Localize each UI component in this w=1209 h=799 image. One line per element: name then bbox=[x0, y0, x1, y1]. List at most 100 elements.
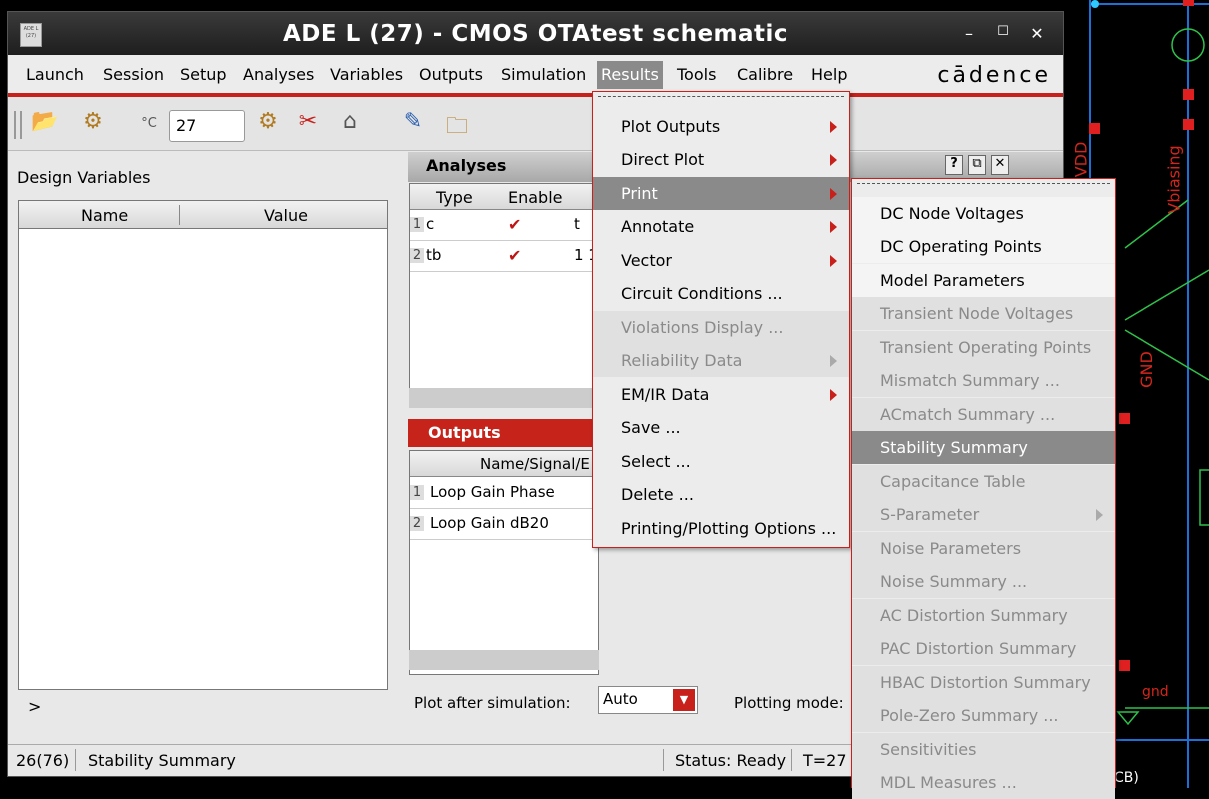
menu-simulation[interactable]: Simulation bbox=[501, 65, 586, 84]
table-row[interactable]: 2 tb ✔ 1 1 bbox=[410, 242, 598, 272]
menu-item-mdl-measures: MDL Measures ... bbox=[852, 766, 1115, 799]
menu-item-delete[interactable]: Delete ... bbox=[593, 478, 849, 511]
menu-item-annotate[interactable]: Annotate bbox=[593, 210, 849, 243]
menu-item-plot-outputs[interactable]: Plot Outputs bbox=[593, 110, 849, 143]
menu-tools[interactable]: Tools bbox=[677, 65, 716, 84]
menu-launch[interactable]: Launch bbox=[26, 65, 84, 84]
design-variables-table[interactable]: Name Value bbox=[18, 200, 388, 690]
output-name: Loop Gain dB20 bbox=[430, 514, 549, 532]
menu-item-model-parameters[interactable]: Model Parameters bbox=[852, 264, 1115, 297]
menu-bar: Launch Session Setup Analyses Variables … bbox=[8, 55, 1063, 93]
menu-item-transient-node-voltages: Transient Node Voltages bbox=[852, 297, 1115, 330]
status-message: Stability Summary bbox=[88, 751, 236, 770]
open-folder-icon[interactable]: 🗀 bbox=[442, 109, 472, 139]
table-row[interactable]: 1 c ✔ t bbox=[410, 211, 598, 241]
analyses-scrollbar[interactable] bbox=[409, 388, 599, 408]
tearoff-line[interactable] bbox=[598, 96, 844, 97]
plot-after-value: Auto bbox=[603, 690, 638, 708]
col-type[interactable]: Type bbox=[436, 188, 473, 207]
row-number: 2 bbox=[410, 516, 424, 531]
menu-item-print[interactable]: Print bbox=[593, 177, 849, 210]
temperature-icon[interactable]: °C bbox=[134, 109, 164, 139]
menu-item-pole-zero-summary: Pole-Zero Summary ... bbox=[852, 699, 1115, 732]
expand-arrow[interactable]: > bbox=[28, 697, 41, 716]
results-menu: Plot Outputs Direct Plot Print Annotate … bbox=[592, 91, 850, 548]
window-title: ADE L (27) - CMOS OTAtest schematic bbox=[282, 21, 789, 47]
plot-after-label: Plot after simulation: bbox=[414, 694, 571, 712]
cadence-logo: cādence bbox=[937, 63, 1051, 88]
load-state-icon[interactable]: 📂 bbox=[30, 109, 60, 139]
panel-close-icon[interactable]: ✕ bbox=[991, 155, 1009, 175]
label-gnd-lower: gnd bbox=[1142, 684, 1169, 700]
submenu-arrow-icon bbox=[830, 121, 837, 133]
enable-checkbox[interactable]: ✔ bbox=[508, 217, 524, 233]
menu-item-sensitivities: Sensitivities bbox=[852, 733, 1115, 766]
col-divider bbox=[179, 205, 180, 225]
outputs-scrollbar[interactable] bbox=[409, 650, 599, 670]
output-name: Loop Gain Phase bbox=[430, 483, 555, 501]
probe-icon[interactable]: ✂ bbox=[293, 109, 323, 139]
close-button[interactable]: ✕ bbox=[1026, 24, 1048, 44]
menu-item-s-parameter: S-Parameter bbox=[852, 498, 1115, 531]
menu-item-direct-plot[interactable]: Direct Plot bbox=[593, 143, 849, 176]
table-row[interactable]: 2 Loop Gain dB20 bbox=[410, 510, 598, 540]
menu-item-violations-display: Violations Display ... bbox=[593, 311, 849, 344]
enable-checkbox[interactable]: ✔ bbox=[508, 248, 524, 264]
status-divider bbox=[663, 749, 664, 771]
menu-item-vector[interactable]: Vector bbox=[593, 244, 849, 277]
submenu-arrow-icon bbox=[830, 255, 837, 267]
analysis-type: c bbox=[426, 215, 435, 233]
col-name[interactable]: Name bbox=[81, 206, 128, 225]
menu-outputs[interactable]: Outputs bbox=[419, 65, 483, 84]
menu-item-ac-distortion-summary: AC Distortion Summary bbox=[852, 599, 1115, 632]
outputs-footer: Plot after simulation: Auto ▼ Plotting m… bbox=[408, 674, 868, 720]
analyses-table[interactable]: Type Enable 1 c ✔ t 2 tb ✔ 1 1 bbox=[409, 183, 599, 408]
menu-item-dc-operating-points[interactable]: DC Operating Points bbox=[852, 230, 1115, 263]
menu-item-acmatch-summary: ACmatch Summary ... bbox=[852, 398, 1115, 431]
title-bar[interactable]: ADE L (27) ADE L (27) - CMOS OTAtest sch… bbox=[8, 12, 1063, 55]
setup-icon[interactable]: ⚙ bbox=[78, 109, 108, 139]
menu-setup[interactable]: Setup bbox=[180, 65, 227, 84]
table-row[interactable]: 1 Loop Gain Phase bbox=[410, 479, 598, 509]
menu-item-emir-data[interactable]: EM/IR Data bbox=[593, 378, 849, 411]
dropdown-arrow-icon[interactable]: ▼ bbox=[673, 689, 695, 711]
outputs-table[interactable]: Name/Signal/E 1 Loop Gain Phase 2 Loop G… bbox=[409, 450, 599, 675]
status-divider bbox=[791, 749, 792, 771]
plot-after-select[interactable]: Auto ▼ bbox=[598, 686, 698, 714]
menu-session[interactable]: Session bbox=[103, 65, 164, 84]
menu-help[interactable]: Help bbox=[811, 65, 847, 84]
submenu-arrow-icon bbox=[830, 221, 837, 233]
menu-item-noise-parameters: Noise Parameters bbox=[852, 532, 1115, 565]
menu-item-transient-operating-points: Transient Operating Points bbox=[852, 331, 1115, 364]
print-submenu: DC Node Voltages DC Operating Points Mod… bbox=[851, 178, 1116, 799]
menu-results[interactable]: Results bbox=[597, 61, 663, 89]
status-divider bbox=[75, 749, 76, 771]
toolbar: 📂 ⚙ °C 27 ⚙ ✂ ⌂ ✎ 🗀 bbox=[8, 97, 1063, 151]
tearoff-line[interactable] bbox=[857, 183, 1110, 184]
menu-calibre[interactable]: Calibre bbox=[737, 65, 793, 84]
choose-analyses-icon[interactable]: ⚙ bbox=[253, 109, 283, 139]
menu-item-stability-summary[interactable]: Stability Summary bbox=[852, 431, 1115, 464]
col-enable[interactable]: Enable bbox=[508, 188, 563, 207]
col-name-signal[interactable]: Name/Signal/E bbox=[480, 455, 590, 473]
outputs-header: Outputs bbox=[408, 419, 598, 447]
outputs-table-header: Name/Signal/E bbox=[410, 451, 598, 477]
menu-item-dc-node-voltages[interactable]: DC Node Voltages bbox=[852, 197, 1115, 230]
menu-item-select[interactable]: Select ... bbox=[593, 445, 849, 478]
menu-item-printing-plotting-options[interactable]: Printing/Plotting Options ... bbox=[593, 512, 849, 545]
menu-item-circuit-conditions[interactable]: Circuit Conditions ... bbox=[593, 277, 849, 310]
label-vdd: VDD bbox=[1071, 141, 1091, 178]
col-value[interactable]: Value bbox=[264, 206, 308, 225]
temperature-input[interactable]: 27 bbox=[169, 110, 245, 142]
float-icon[interactable]: ⧉ bbox=[968, 155, 986, 175]
submenu-arrow-icon bbox=[830, 355, 837, 367]
menu-item-save[interactable]: Save ... bbox=[593, 411, 849, 444]
outputs-title: Outputs bbox=[428, 423, 501, 442]
help-icon[interactable]: ? bbox=[945, 155, 963, 175]
netlist-icon[interactable]: ⌂ bbox=[335, 109, 365, 139]
menu-variables[interactable]: Variables bbox=[330, 65, 403, 84]
minimize-button[interactable]: – bbox=[958, 24, 980, 44]
edit-icon[interactable]: ✎ bbox=[398, 109, 428, 139]
maximize-button[interactable]: ☐ bbox=[992, 24, 1014, 44]
menu-analyses[interactable]: Analyses bbox=[243, 65, 314, 84]
